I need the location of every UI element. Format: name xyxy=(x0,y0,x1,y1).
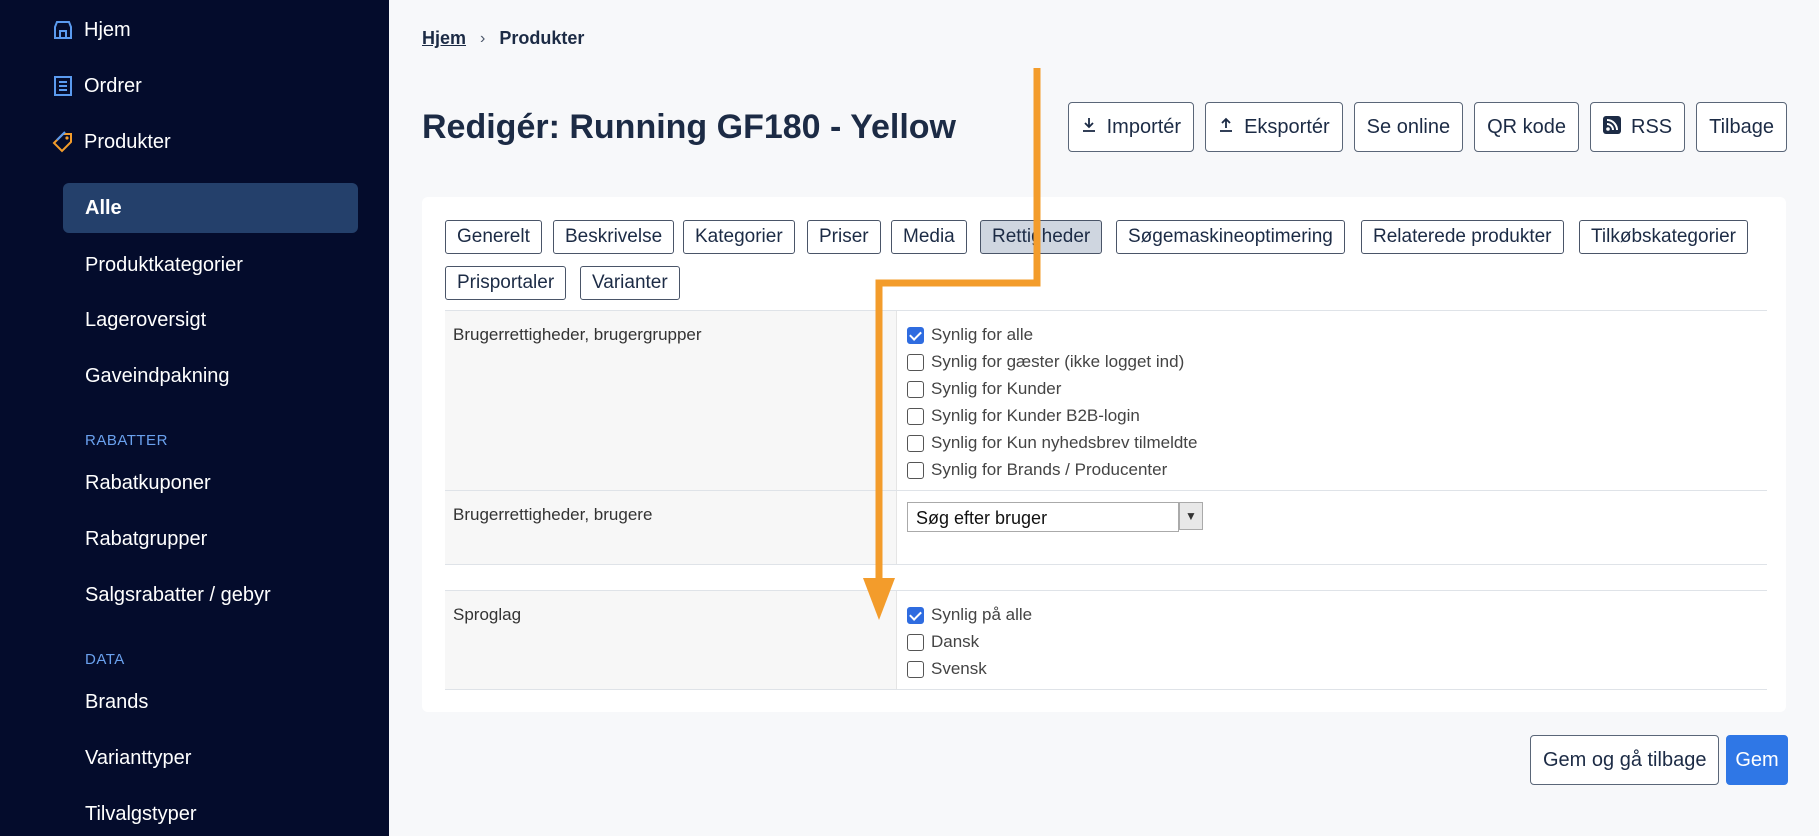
sidebar-item-gaveindpakning[interactable]: Gaveindpakning xyxy=(85,362,230,390)
user-search-select[interactable]: Søg efter bruger xyxy=(907,502,1179,532)
sidebar-item-produktkategorier[interactable]: Produktkategorier xyxy=(85,251,243,279)
tab-tilkobskategorier[interactable]: Tilkøbskategorier xyxy=(1579,220,1749,254)
checkbox-option[interactable]: Synlig for Kun nyhedsbrev tilmeldte xyxy=(907,432,1197,454)
row-label: Brugerrettigheder, brugere xyxy=(453,505,653,524)
tab-media[interactable]: Media xyxy=(891,220,967,254)
row-value: Synlig for alle Synlig for gæster (ikke … xyxy=(896,311,1767,490)
checkbox-option[interactable]: Synlig for Kunder B2B-login xyxy=(907,405,1140,427)
checkbox[interactable] xyxy=(907,660,924,678)
chevron-right-icon: › xyxy=(480,29,486,47)
checkbox[interactable] xyxy=(907,326,924,344)
tab-relaterede-produkter[interactable]: Relaterede produkter xyxy=(1361,220,1564,254)
upload-icon xyxy=(1218,117,1234,138)
sidebar: Hjem Ordrer Produkter Alle Produktkatego… xyxy=(0,0,389,836)
export-button[interactable]: Eksportér xyxy=(1205,102,1343,152)
row-users: Brugerrettigheder, brugere Søg efter bru… xyxy=(445,490,1767,564)
checkbox-option[interactable]: Svensk xyxy=(907,658,987,680)
import-button[interactable]: Importér xyxy=(1067,102,1195,152)
checkbox[interactable] xyxy=(907,633,924,651)
order-list-icon xyxy=(52,75,74,97)
checkbox-option[interactable]: Synlig for Brands / Producenter xyxy=(907,459,1167,481)
sidebar-item-lageroversigt[interactable]: Lageroversigt xyxy=(85,306,206,334)
nav-item-hjem[interactable]: Hjem xyxy=(52,16,131,44)
tab-varianter[interactable]: Varianter xyxy=(580,266,680,300)
row-spacer xyxy=(445,564,1767,590)
sidebar-item-rabatkuponer[interactable]: Rabatkuponer xyxy=(85,469,211,497)
sidebar-item-salgsrabatter[interactable]: Salgsrabatter / gebyr xyxy=(85,581,271,609)
checkbox[interactable] xyxy=(907,380,924,398)
checkbox-label: Synlig for gæster (ikke logget ind) xyxy=(931,352,1185,371)
checkbox[interactable] xyxy=(907,461,924,479)
checkbox-label: Svensk xyxy=(931,659,987,678)
tab-rettigheder[interactable]: Rettigheder xyxy=(980,220,1103,254)
row-label: Sproglag xyxy=(453,605,522,624)
nav-item-produkter[interactable]: Produkter xyxy=(52,128,171,156)
row-languages: Sproglag Synlig på alle Dansk Svensk xyxy=(445,590,1767,689)
checkbox-label: Synlig for Kunder xyxy=(931,379,1062,398)
tab-generelt[interactable]: Generelt xyxy=(445,220,542,254)
nav-item-ordrer[interactable]: Ordrer xyxy=(52,72,142,100)
section-label-data: DATA xyxy=(85,651,125,668)
back-button[interactable]: Tilbage xyxy=(1696,102,1787,152)
section-label-rabatter: RABATTER xyxy=(85,432,168,449)
tag-icon xyxy=(52,131,74,153)
page-title: Redigér: Running GF180 - Yellow xyxy=(422,108,957,146)
row-user-groups: Brugerrettigheder, brugergrupper Synlig … xyxy=(445,310,1767,490)
chevron-down-icon[interactable]: ▼ xyxy=(1179,502,1203,530)
tab-beskrivelse[interactable]: Beskrivelse xyxy=(553,220,675,254)
checkbox[interactable] xyxy=(907,434,924,452)
sidebar-item-alle[interactable]: Alle xyxy=(63,183,358,233)
nav-label: Hjem xyxy=(84,18,131,41)
rss-button[interactable]: RSS xyxy=(1590,102,1686,152)
view-online-button[interactable]: Se online xyxy=(1353,102,1464,152)
rss-label: RSS xyxy=(1631,115,1673,138)
breadcrumb: Hjem › Produkter xyxy=(422,28,584,49)
store-icon xyxy=(52,19,74,41)
toolbar: Importér Eksportér Se online QR kode RSS… xyxy=(1067,102,1787,152)
checkbox[interactable] xyxy=(907,606,924,624)
checkbox-label: Synlig for Brands / Producenter xyxy=(931,460,1168,479)
sidebar-item-rabatgrupper[interactable]: Rabatgrupper xyxy=(85,525,207,553)
export-label: Eksportér xyxy=(1244,115,1330,138)
tab-kategorier[interactable]: Kategorier xyxy=(683,220,795,254)
download-icon xyxy=(1081,117,1097,138)
breadcrumb-home-link[interactable]: Hjem xyxy=(422,28,466,49)
checkbox-label: Synlig på alle xyxy=(931,605,1033,624)
checkbox-option[interactable]: Synlig for alle xyxy=(907,324,1033,346)
table-bottom-border xyxy=(445,689,1767,690)
qr-code-button[interactable]: QR kode xyxy=(1474,102,1580,152)
sidebar-item-brands[interactable]: Brands xyxy=(85,688,148,716)
checkbox[interactable] xyxy=(907,407,924,425)
checkbox-option[interactable]: Dansk xyxy=(907,631,979,653)
row-value: Søg efter bruger ▼ xyxy=(896,491,1767,564)
checkbox-label: Synlig for Kunder B2B-login xyxy=(931,406,1140,425)
save-and-back-button[interactable]: Gem og gå tilbage xyxy=(1530,735,1720,785)
tab-sogemaskineoptimering[interactable]: Søgemaskineoptimering xyxy=(1116,220,1345,254)
sidebar-item-tilvalgstyper[interactable]: Tilvalgstyper xyxy=(85,800,197,828)
checkbox-option[interactable]: Synlig for gæster (ikke logget ind) xyxy=(907,351,1184,373)
import-label: Importér xyxy=(1106,115,1182,138)
tab-priser[interactable]: Priser xyxy=(807,220,881,254)
tab-prisportaler[interactable]: Prisportaler xyxy=(445,266,567,300)
rss-icon xyxy=(1603,115,1622,139)
row-value: Synlig på alle Dansk Svensk xyxy=(896,591,1767,689)
checkbox-option[interactable]: Synlig for Kunder xyxy=(907,378,1061,400)
checkbox[interactable] xyxy=(907,353,924,371)
breadcrumb-current: Produkter xyxy=(499,28,585,48)
checkbox-label: Synlig for alle xyxy=(931,325,1034,344)
checkbox-label: Dansk xyxy=(931,632,980,651)
nav-label: Ordrer xyxy=(84,74,142,97)
row-label: Brugerrettigheder, brugergrupper xyxy=(453,325,702,344)
checkbox-option[interactable]: Synlig på alle xyxy=(907,604,1032,626)
nav-label: Produkter xyxy=(84,130,171,153)
sidebar-item-varianttyper[interactable]: Varianttyper xyxy=(85,744,191,772)
save-button[interactable]: Gem xyxy=(1726,735,1788,785)
checkbox-label: Synlig for Kun nyhedsbrev tilmeldte xyxy=(931,433,1198,452)
